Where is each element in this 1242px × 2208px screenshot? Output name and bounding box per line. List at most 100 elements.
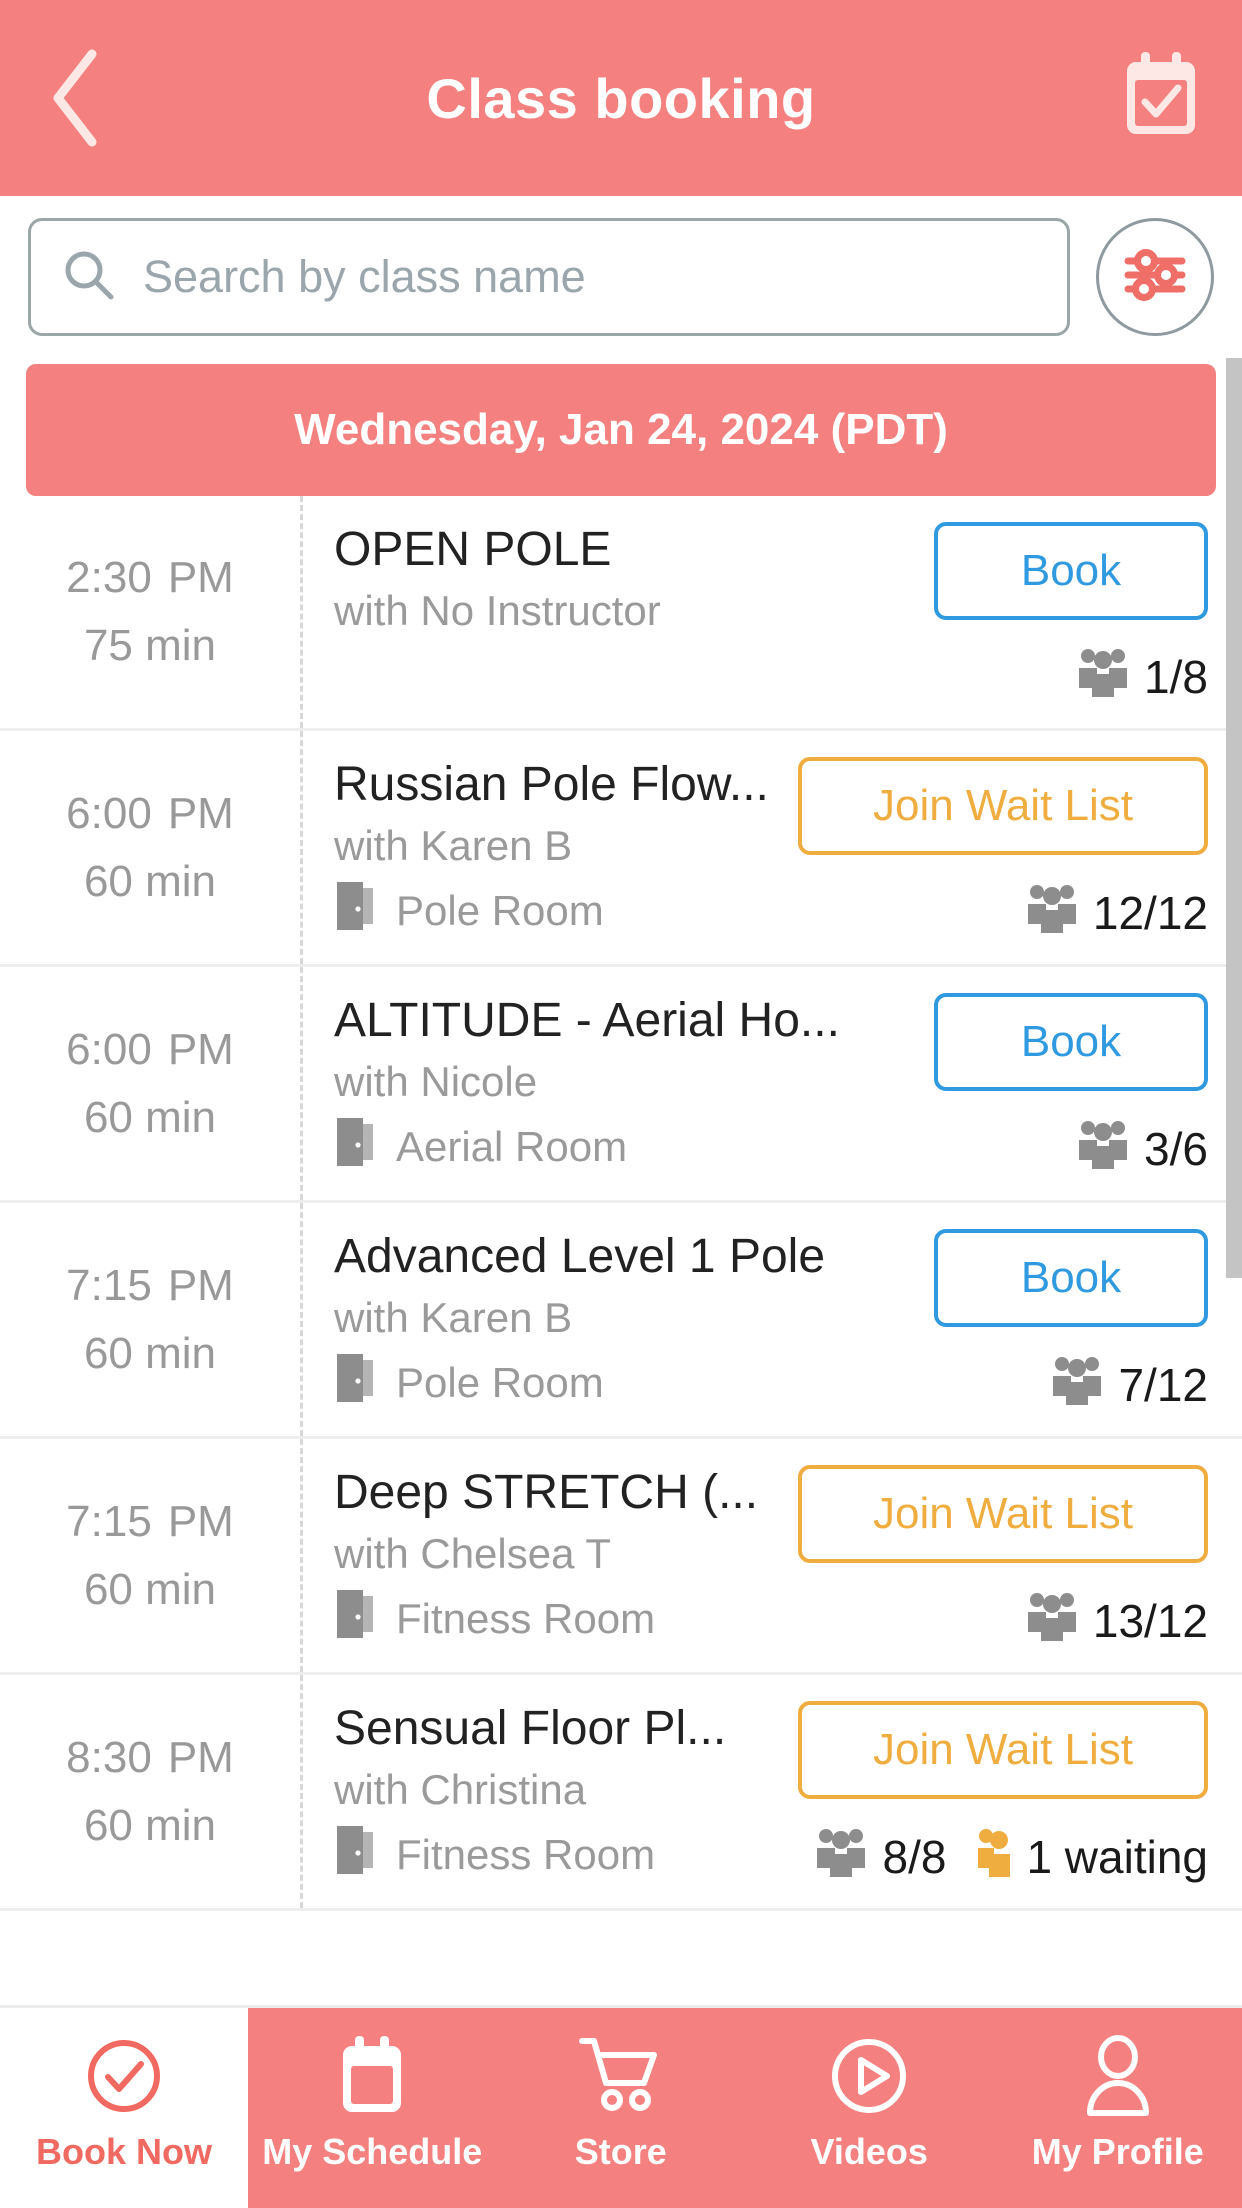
class-row[interactable]: 6:00 PM 60 min Russian Pole Flow... with Kar…: [0, 731, 1242, 967]
search-icon: [61, 247, 117, 308]
class-title: OPEN POLE: [334, 523, 612, 576]
room-door-icon: [334, 880, 378, 942]
class-meridiem: PM: [167, 1496, 234, 1546]
class-room: Fitness Room: [334, 1588, 942, 1650]
class-capacity-label: 7/12: [1118, 1358, 1208, 1411]
nav-item-my-schedule[interactable]: My Schedule: [248, 2008, 497, 2208]
class-row[interactable]: 8:30 PM 60 min Sensual Floor Pl... with Chri…: [0, 1675, 1242, 1911]
class-capacity-label: 8/8: [882, 1830, 947, 1883]
page-title: Class booking: [426, 66, 816, 130]
cart-icon: [578, 2034, 664, 2118]
class-capacity: 7/12: [1050, 1353, 1208, 1416]
class-start-time: 6:00: [66, 1024, 152, 1074]
book-button[interactable]: Book: [934, 1229, 1208, 1327]
class-capacity-label: 3/6: [1144, 1122, 1208, 1175]
class-room: Aerial Room: [334, 1116, 942, 1178]
class-meridiem: PM: [167, 1260, 234, 1310]
class-duration: 60 min: [83, 856, 217, 906]
class-meridiem: PM: [167, 1024, 234, 1074]
class-room: Pole Room: [334, 880, 942, 942]
filter-sliders-icon: [1124, 248, 1186, 306]
class-duration: 60 min: [83, 1564, 217, 1614]
class-instructor: with Nicole: [334, 1058, 538, 1105]
class-instructor: with No Instructor: [334, 587, 661, 634]
vertical-scrollbar[interactable]: [1226, 358, 1242, 2005]
join-wait-list-button[interactable]: Join Wait List: [798, 1465, 1208, 1563]
class-room-label: Fitness Room: [396, 1595, 656, 1642]
class-capacity-label: 1/8: [1144, 650, 1208, 703]
class-duration: 60 min: [83, 1092, 217, 1142]
class-row[interactable]: 6:00 PM 60 min ALTITUDE - Aerial Ho... with …: [0, 967, 1242, 1203]
class-time-column: 7:15 PM 60 min: [0, 1203, 300, 1436]
attendees-icon: [1076, 1117, 1130, 1180]
nav-item-book-now[interactable]: Book Now: [0, 2008, 248, 2208]
class-row[interactable]: 2:30 PM 75 min OPEN POLE with No Instructor B…: [0, 496, 1242, 731]
bottom-navigation: Book Now My Schedule Store Videos My Profile: [0, 2005, 1242, 2208]
class-start-time: 7:15: [66, 1260, 152, 1310]
class-room-label: Pole Room: [396, 887, 604, 934]
class-details: OPEN POLE with No Instructor Book 1/8: [300, 496, 1242, 728]
class-capacity: 8/8: [814, 1825, 946, 1888]
date-header-banner[interactable]: Wednesday, Jan 24, 2024 (PDT): [26, 364, 1216, 496]
class-details: Russian Pole Flow... with Karen B Pole Roo…: [300, 731, 1242, 964]
class-capacity: 12/12: [1025, 881, 1208, 944]
nav-item-videos[interactable]: Videos: [745, 2008, 994, 2208]
room-door-icon: [334, 1352, 378, 1414]
room-door-icon: [334, 1588, 378, 1650]
play-circle-icon: [829, 2034, 909, 2118]
class-capacity-label: 13/12: [1092, 1594, 1208, 1647]
class-booking-screen: Class booking Search by class name Wedne…: [0, 0, 1242, 2208]
nav-item-store[interactable]: Store: [497, 2008, 746, 2208]
nav-item-label: My Schedule: [262, 2131, 483, 2172]
class-details: ALTITUDE - Aerial Ho... with Nicole Aerial…: [300, 967, 1242, 1200]
room-door-icon: [334, 1824, 378, 1886]
class-waitlist-label: 1 waiting: [1026, 1830, 1208, 1883]
calendar-check-icon: [1121, 51, 1201, 145]
class-capacity: 13/12: [1025, 1589, 1208, 1652]
nav-item-label: Book Now: [36, 2131, 212, 2172]
scrollbar-thumb[interactable]: [1226, 358, 1242, 1278]
class-meridiem: PM: [167, 788, 234, 838]
calendar-icon: [335, 2034, 409, 2118]
attendees-icon: [814, 1825, 868, 1888]
class-time-column: 6:00 PM 60 min: [0, 731, 300, 964]
class-capacity: 1/8: [1076, 645, 1208, 708]
search-box[interactable]: [28, 218, 1070, 336]
schedule-scroll-area[interactable]: Wednesday, Jan 24, 2024 (PDT) 2:30 PM 75 m…: [0, 358, 1242, 2005]
nav-item-my-profile[interactable]: My Profile: [994, 2008, 1242, 2208]
class-meridiem: PM: [167, 553, 234, 602]
class-start-time: 6:00: [66, 788, 152, 838]
join-wait-list-button[interactable]: Join Wait List: [798, 1701, 1208, 1799]
class-title: ALTITUDE - Aerial Ho...: [334, 994, 840, 1047]
filter-button[interactable]: [1096, 218, 1214, 336]
class-start-time: 7:15: [66, 1496, 152, 1546]
class-room: Pole Room: [334, 1352, 942, 1414]
book-button[interactable]: Book: [934, 522, 1208, 620]
search-input[interactable]: [143, 251, 1037, 303]
class-list: 2:30 PM 75 min OPEN POLE with No Instructor B…: [0, 496, 1242, 1911]
class-title: Advanced Level 1 Pole: [334, 1230, 826, 1283]
class-start-time: 2:30: [66, 553, 152, 602]
class-start-time: 8:30: [66, 1732, 152, 1782]
class-room-label: Aerial Room: [396, 1123, 628, 1170]
class-instructor: with Karen B: [334, 1294, 573, 1341]
class-row[interactable]: 7:15 PM 60 min Advanced Level 1 Pole with Ka…: [0, 1203, 1242, 1439]
book-button[interactable]: Book: [934, 993, 1208, 1091]
waitlist-icon: [976, 1825, 1012, 1888]
class-duration: 75 min: [83, 621, 217, 670]
person-icon: [1080, 2034, 1156, 2118]
class-details: Advanced Level 1 Pole with Karen B Pole Ro…: [300, 1203, 1242, 1436]
join-wait-list-button[interactable]: Join Wait List: [798, 757, 1208, 855]
my-schedule-shortcut-button[interactable]: [1118, 51, 1204, 145]
class-duration: 60 min: [83, 1800, 217, 1850]
class-details: Deep STRETCH (... with Chelsea T Fitness R…: [300, 1439, 1242, 1672]
class-row[interactable]: 7:15 PM 60 min Deep STRETCH (... with Chelse…: [0, 1439, 1242, 1675]
date-header-label: Wednesday, Jan 24, 2024 (PDT): [294, 405, 948, 454]
class-time-column: 8:30 PM 60 min: [0, 1675, 300, 1908]
class-details: Sensual Floor Pl... with Christina Fitness…: [300, 1675, 1242, 1908]
room-door-icon: [334, 1116, 378, 1178]
class-room-label: Pole Room: [396, 1359, 604, 1406]
class-duration: 60 min: [83, 1328, 217, 1378]
class-capacity-label: 12/12: [1092, 886, 1208, 939]
back-button[interactable]: [30, 43, 122, 153]
